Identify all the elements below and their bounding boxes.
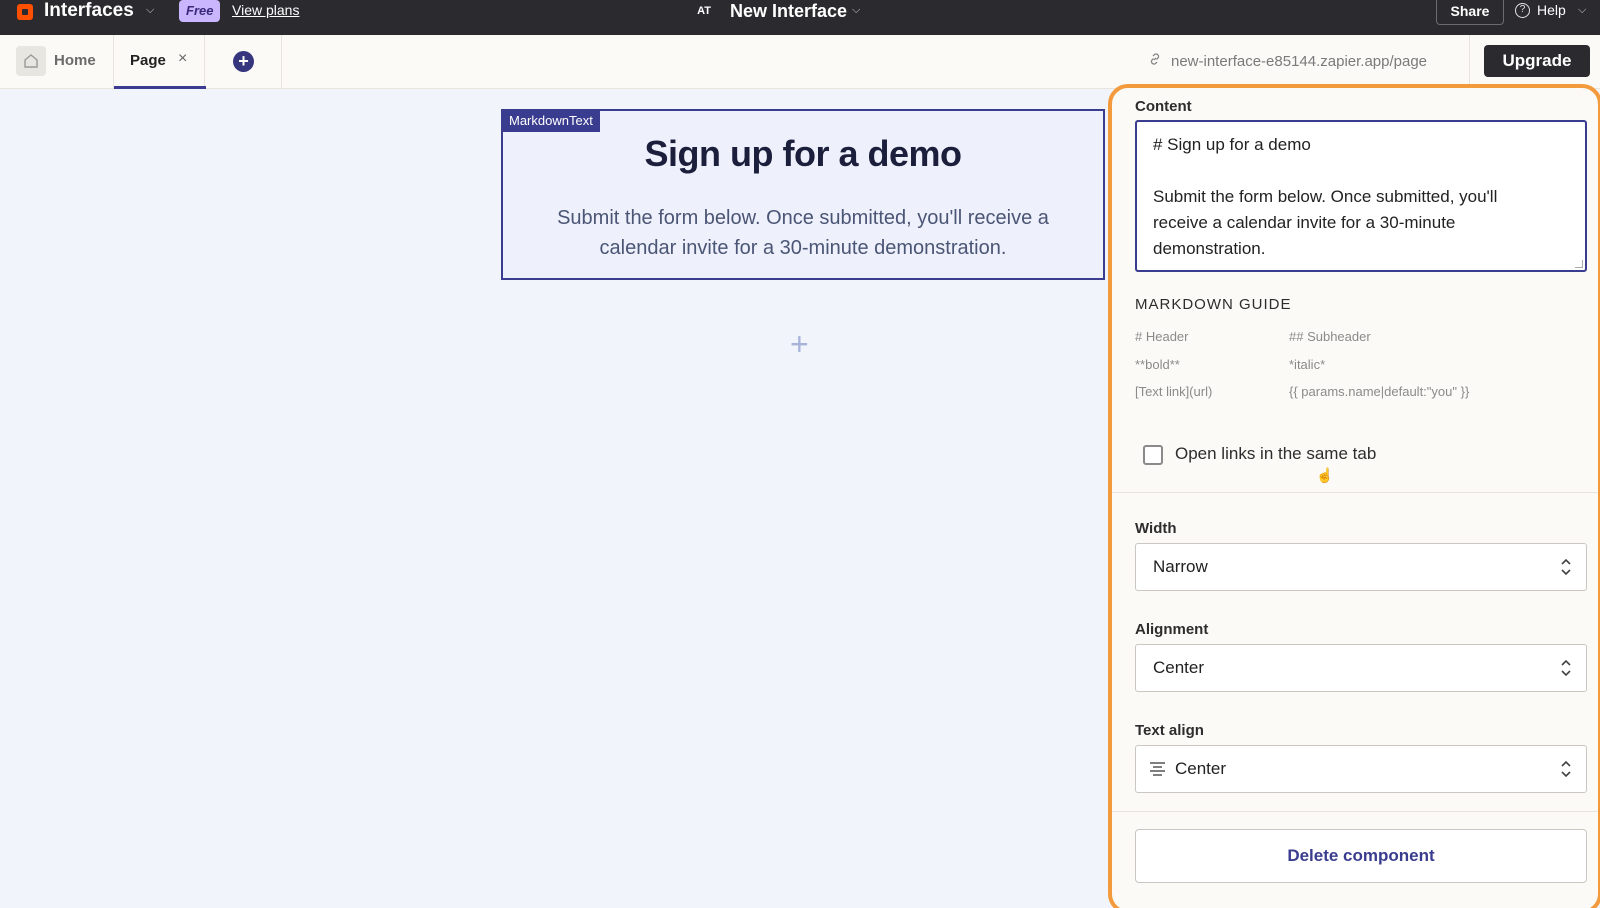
share-button[interactable]: Share xyxy=(1436,0,1504,25)
chevron-down-icon[interactable]: ⌵ xyxy=(146,4,154,17)
page-url-link[interactable]: new-interface-e85144.zapier.app/page xyxy=(1171,53,1427,70)
link-icon xyxy=(1148,52,1162,70)
select-updown-icon xyxy=(1561,659,1571,677)
alignment-select[interactable]: Center xyxy=(1135,644,1587,692)
content-line xyxy=(1153,158,1569,184)
home-icon xyxy=(16,46,46,76)
delete-component-button[interactable]: Delete component xyxy=(1135,829,1587,883)
content-label: Content xyxy=(1135,98,1192,115)
plan-badge: Free xyxy=(179,0,221,22)
select-updown-icon xyxy=(1561,760,1571,778)
tab-home-label: Home xyxy=(54,52,96,69)
zapier-logo-icon xyxy=(17,4,33,20)
page-tab-bar: Home Page × + new-interface-e85144.zapie… xyxy=(0,35,1600,89)
help-icon[interactable]: ? xyxy=(1515,3,1530,18)
alignment-value: Center xyxy=(1153,658,1205,677)
guide-link: [Text link](url) xyxy=(1135,384,1213,399)
chevron-down-icon[interactable]: ⌵ xyxy=(1578,4,1586,17)
content-textarea[interactable]: # Sign up for a demo Submit the form bel… xyxy=(1135,120,1587,272)
same-tab-label[interactable]: Open links in the same tab xyxy=(1175,444,1376,464)
markdown-heading: Sign up for a demo xyxy=(644,133,962,174)
chevron-down-icon[interactable]: ⌵ xyxy=(852,4,860,17)
hand-cursor-icon: ☝ xyxy=(1316,467,1334,483)
content-line: demonstration. xyxy=(1153,239,1266,258)
resize-handle[interactable] xyxy=(1575,260,1583,268)
content-line: Submit the form below. Once submitted, y… xyxy=(1153,187,1498,206)
same-tab-checkbox[interactable] xyxy=(1143,445,1163,465)
markdown-body: Submit the form below. Once submitted, y… xyxy=(557,207,1049,259)
align-center-icon xyxy=(1150,762,1165,776)
app-name[interactable]: Interfaces xyxy=(44,0,134,22)
text-align-label: Text align xyxy=(1135,722,1204,739)
component-settings-panel: Content # Sign up for a demo Submit the … xyxy=(1108,84,1600,908)
add-component-button[interactable]: + xyxy=(790,326,809,363)
width-select[interactable]: Narrow xyxy=(1135,543,1587,591)
view-plans-link[interactable]: View plans xyxy=(232,2,299,18)
width-label: Width xyxy=(1135,520,1177,537)
close-icon[interactable]: × xyxy=(178,50,187,68)
width-value: Narrow xyxy=(1153,557,1208,576)
add-page-button[interactable]: + xyxy=(233,51,254,72)
content-line: # Sign up for a demo xyxy=(1153,135,1311,154)
divider xyxy=(1112,811,1598,812)
text-align-select[interactable]: Center xyxy=(1135,745,1587,793)
markdown-text-component[interactable]: MarkdownText Sign up for a demo Submit t… xyxy=(501,109,1105,280)
guide-header: # Header xyxy=(1135,329,1189,344)
text-align-value: Center xyxy=(1175,759,1227,778)
content-line: receive a calendar invite for a 30-minut… xyxy=(1153,213,1456,232)
divider xyxy=(1469,35,1470,88)
alignment-label: Alignment xyxy=(1135,621,1209,638)
upgrade-button[interactable]: Upgrade xyxy=(1484,45,1590,77)
markdown-guide-title: MARKDOWN GUIDE xyxy=(1135,296,1292,313)
tab-page-label: Page xyxy=(130,52,166,69)
interface-title[interactable]: New Interface xyxy=(730,0,847,22)
component-type-tag: MarkdownText xyxy=(502,110,600,132)
top-bar: Interfaces ⌵ Free View plans AT New Inte… xyxy=(0,0,1600,35)
guide-italic: *italic* xyxy=(1289,357,1326,372)
help-menu[interactable]: Help xyxy=(1537,2,1566,18)
guide-subheader: ## Subheader xyxy=(1289,329,1371,344)
tab-home[interactable]: Home xyxy=(8,35,113,88)
divider xyxy=(281,35,282,88)
page-canvas[interactable]: MarkdownText Sign up for a demo Submit t… xyxy=(0,89,1108,908)
tab-page[interactable]: Page × xyxy=(113,35,206,89)
select-updown-icon xyxy=(1561,558,1571,576)
guide-bold: **bold** xyxy=(1135,357,1180,372)
avatar[interactable]: AT xyxy=(692,2,716,21)
guide-params: {{ params.name|default:"you" }} xyxy=(1289,384,1470,399)
divider xyxy=(1112,492,1598,493)
